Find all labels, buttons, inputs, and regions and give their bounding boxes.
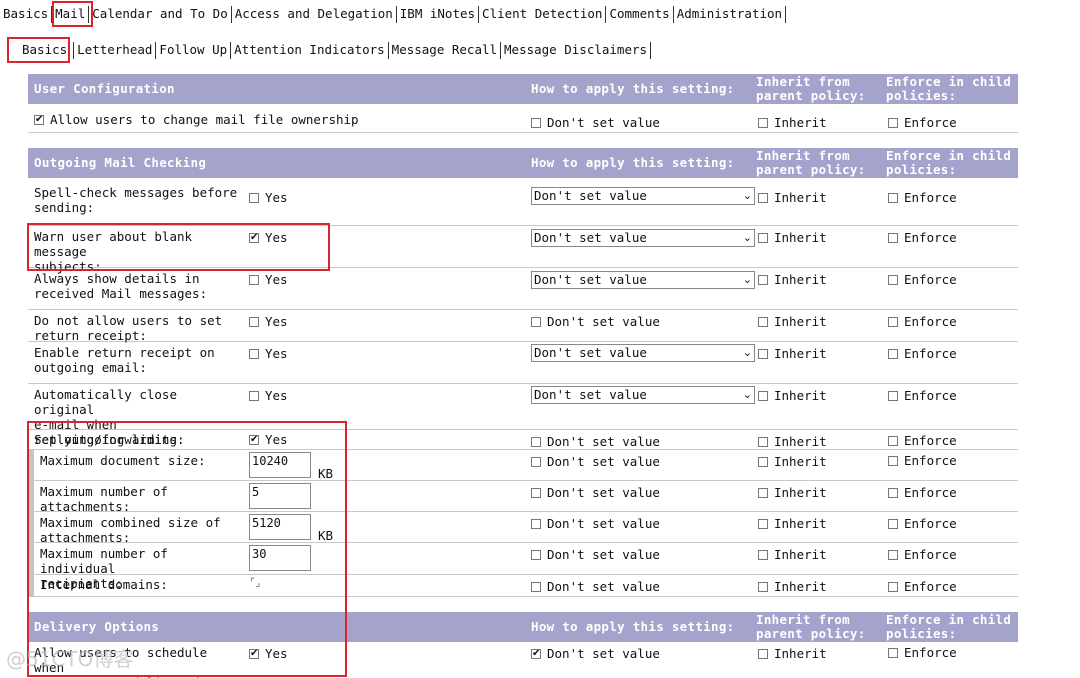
section-header-user-configuration: User Configuration How to apply this set… bbox=[28, 74, 1018, 104]
setting-row-allow-ownership: Allow users to change mail file ownershi… bbox=[28, 105, 1018, 133]
how-to-apply-select[interactable]: Don't set value ⌄ bbox=[531, 187, 755, 205]
watermark: @51CTO博客 bbox=[6, 647, 134, 671]
dont-set-value-option[interactable]: Don't set value bbox=[531, 454, 660, 469]
how-to-apply-heading: How to apply this setting: bbox=[531, 155, 735, 170]
inherit-heading: Inherit from parent policy: bbox=[756, 612, 866, 641]
subtab-message-recall[interactable]: Message Recall bbox=[389, 40, 500, 60]
chevron-down-icon: ⌄ bbox=[742, 346, 752, 359]
enforce-heading: Enforce in child policies: bbox=[886, 148, 1012, 177]
enforce-checkbox[interactable]: Enforce bbox=[888, 346, 957, 361]
outgoing-limits-highlight bbox=[27, 421, 347, 677]
enforce-checkbox[interactable]: Enforce bbox=[888, 433, 957, 448]
inherit-heading: Inherit from parent policy: bbox=[756, 148, 866, 177]
inherit-checkbox[interactable]: Inherit bbox=[758, 547, 827, 562]
section-title: User Configuration bbox=[34, 81, 175, 96]
how-to-apply-select[interactable]: Don't set value ⌄ bbox=[531, 271, 755, 289]
inherit-checkbox[interactable]: Inherit bbox=[758, 454, 827, 469]
inherit-checkbox[interactable]: Inherit bbox=[758, 230, 827, 245]
enforce-checkbox[interactable]: Enforce bbox=[888, 645, 957, 660]
allow-ownership-checkbox[interactable] bbox=[34, 112, 44, 127]
inherit-heading: Inherit from parent policy: bbox=[756, 74, 866, 103]
inherit-checkbox[interactable]: Inherit bbox=[758, 646, 827, 661]
subtab-message-disclaimers[interactable]: Message Disclaimers bbox=[501, 40, 650, 60]
inherit-checkbox[interactable]: Inherit bbox=[758, 346, 827, 361]
yes-checkbox[interactable]: Yes bbox=[249, 388, 288, 403]
subtab-letterhead[interactable]: Letterhead bbox=[74, 40, 155, 60]
tab-ibm-inotes[interactable]: IBM iNotes bbox=[397, 4, 478, 24]
inherit-checkbox[interactable]: Inherit bbox=[758, 388, 827, 403]
dont-set-value-option[interactable]: Don't set value bbox=[531, 646, 660, 661]
inherit-checkbox[interactable]: Inherit bbox=[758, 434, 827, 449]
yes-checkbox[interactable]: Yes bbox=[249, 314, 288, 329]
enforce-checkbox[interactable]: Enforce bbox=[888, 516, 957, 531]
enforce-checkbox[interactable]: Enforce bbox=[888, 115, 957, 130]
enforce-checkbox[interactable]: Enforce bbox=[888, 272, 957, 287]
inherit-checkbox[interactable]: Inherit bbox=[758, 314, 827, 329]
setting-label: Always show details in received Mail mes… bbox=[34, 271, 208, 301]
dont-set-value-option[interactable]: Don't set value bbox=[531, 115, 660, 130]
yes-checkbox[interactable]: Yes bbox=[249, 346, 288, 361]
basics-subtab-highlight bbox=[7, 37, 70, 63]
yes-checkbox[interactable]: Yes bbox=[249, 272, 288, 287]
chevron-down-icon: ⌄ bbox=[742, 189, 752, 202]
enforce-checkbox[interactable]: Enforce bbox=[888, 579, 957, 594]
enforce-checkbox[interactable]: Enforce bbox=[888, 230, 957, 245]
enforce-checkbox[interactable]: Enforce bbox=[888, 314, 957, 329]
setting-label: Spell-check messages before sending: bbox=[34, 185, 238, 215]
yes-checkbox[interactable]: Yes bbox=[249, 190, 288, 205]
subtab-follow-up[interactable]: Follow Up bbox=[156, 40, 230, 60]
setting-label: Allow users to change mail file ownershi… bbox=[34, 112, 514, 127]
inherit-checkbox[interactable]: Inherit bbox=[758, 115, 827, 130]
setting-row-spell-check: Spell-check messages before sending: Yes… bbox=[28, 182, 1018, 226]
dont-set-value-option[interactable]: Don't set value bbox=[531, 547, 660, 562]
top-tab-bar: Basics Mail Calendar and To Do Access an… bbox=[0, 3, 787, 25]
section-title: Outgoing Mail Checking bbox=[34, 155, 207, 170]
inherit-checkbox[interactable]: Inherit bbox=[758, 190, 827, 205]
setting-row-enable-return-receipt: Enable return receipt on outgoing email:… bbox=[28, 342, 1018, 384]
dont-set-value-option[interactable]: Don't set value bbox=[531, 579, 660, 594]
inherit-checkbox[interactable]: Inherit bbox=[758, 272, 827, 287]
enforce-checkbox[interactable]: Enforce bbox=[888, 453, 957, 468]
setting-row-disallow-return-receipt: Do not allow users to set return receipt… bbox=[28, 310, 1018, 343]
inherit-checkbox[interactable]: Inherit bbox=[758, 579, 827, 594]
setting-row-show-details: Always show details in received Mail mes… bbox=[28, 268, 1018, 310]
enforce-heading: Enforce in child policies: bbox=[886, 612, 1012, 641]
enforce-checkbox[interactable]: Enforce bbox=[888, 485, 957, 500]
dont-set-value-option[interactable]: Don't set value bbox=[531, 434, 660, 449]
tab-comments[interactable]: Comments bbox=[606, 4, 672, 24]
inherit-checkbox[interactable]: Inherit bbox=[758, 485, 827, 500]
mail-tab-highlight bbox=[52, 1, 93, 27]
dont-set-value-option[interactable]: Don't set value bbox=[531, 516, 660, 531]
setting-label: Do not allow users to set return receipt… bbox=[34, 313, 223, 343]
chevron-down-icon: ⌄ bbox=[742, 273, 752, 286]
dont-set-value-option[interactable]: Don't set value bbox=[531, 485, 660, 500]
enforce-heading: Enforce in child policies: bbox=[886, 74, 1012, 103]
tab-administration[interactable]: Administration bbox=[674, 4, 785, 24]
setting-label: Enable return receipt on outgoing email: bbox=[34, 345, 215, 375]
tab-access-delegation[interactable]: Access and Delegation bbox=[232, 4, 396, 24]
tab-calendar[interactable]: Calendar and To Do bbox=[89, 4, 230, 24]
subtab-attention-indicators[interactable]: Attention Indicators bbox=[231, 40, 388, 60]
tab-client-detection[interactable]: Client Detection bbox=[479, 4, 605, 24]
dont-set-value-option[interactable]: Don't set value bbox=[531, 314, 660, 329]
section-header-outgoing-mail-checking: Outgoing Mail Checking How to apply this… bbox=[28, 148, 1018, 178]
enforce-checkbox[interactable]: Enforce bbox=[888, 190, 957, 205]
how-to-apply-heading: How to apply this setting: bbox=[531, 619, 735, 634]
chevron-down-icon: ⌄ bbox=[742, 388, 752, 401]
sub-tab-bar: Basics Letterhead Follow Up Attention In… bbox=[7, 39, 652, 61]
enforce-checkbox[interactable]: Enforce bbox=[888, 547, 957, 562]
how-to-apply-select[interactable]: Don't set value ⌄ bbox=[531, 386, 755, 404]
chevron-down-icon: ⌄ bbox=[742, 231, 752, 244]
tab-basics[interactable]: Basics bbox=[0, 4, 51, 24]
how-to-apply-select[interactable]: Don't set value ⌄ bbox=[531, 344, 755, 362]
how-to-apply-heading: How to apply this setting: bbox=[531, 81, 735, 96]
how-to-apply-select[interactable]: Don't set value ⌄ bbox=[531, 229, 755, 247]
inherit-checkbox[interactable]: Inherit bbox=[758, 516, 827, 531]
warn-blank-subject-highlight bbox=[27, 223, 330, 271]
enforce-checkbox[interactable]: Enforce bbox=[888, 388, 957, 403]
